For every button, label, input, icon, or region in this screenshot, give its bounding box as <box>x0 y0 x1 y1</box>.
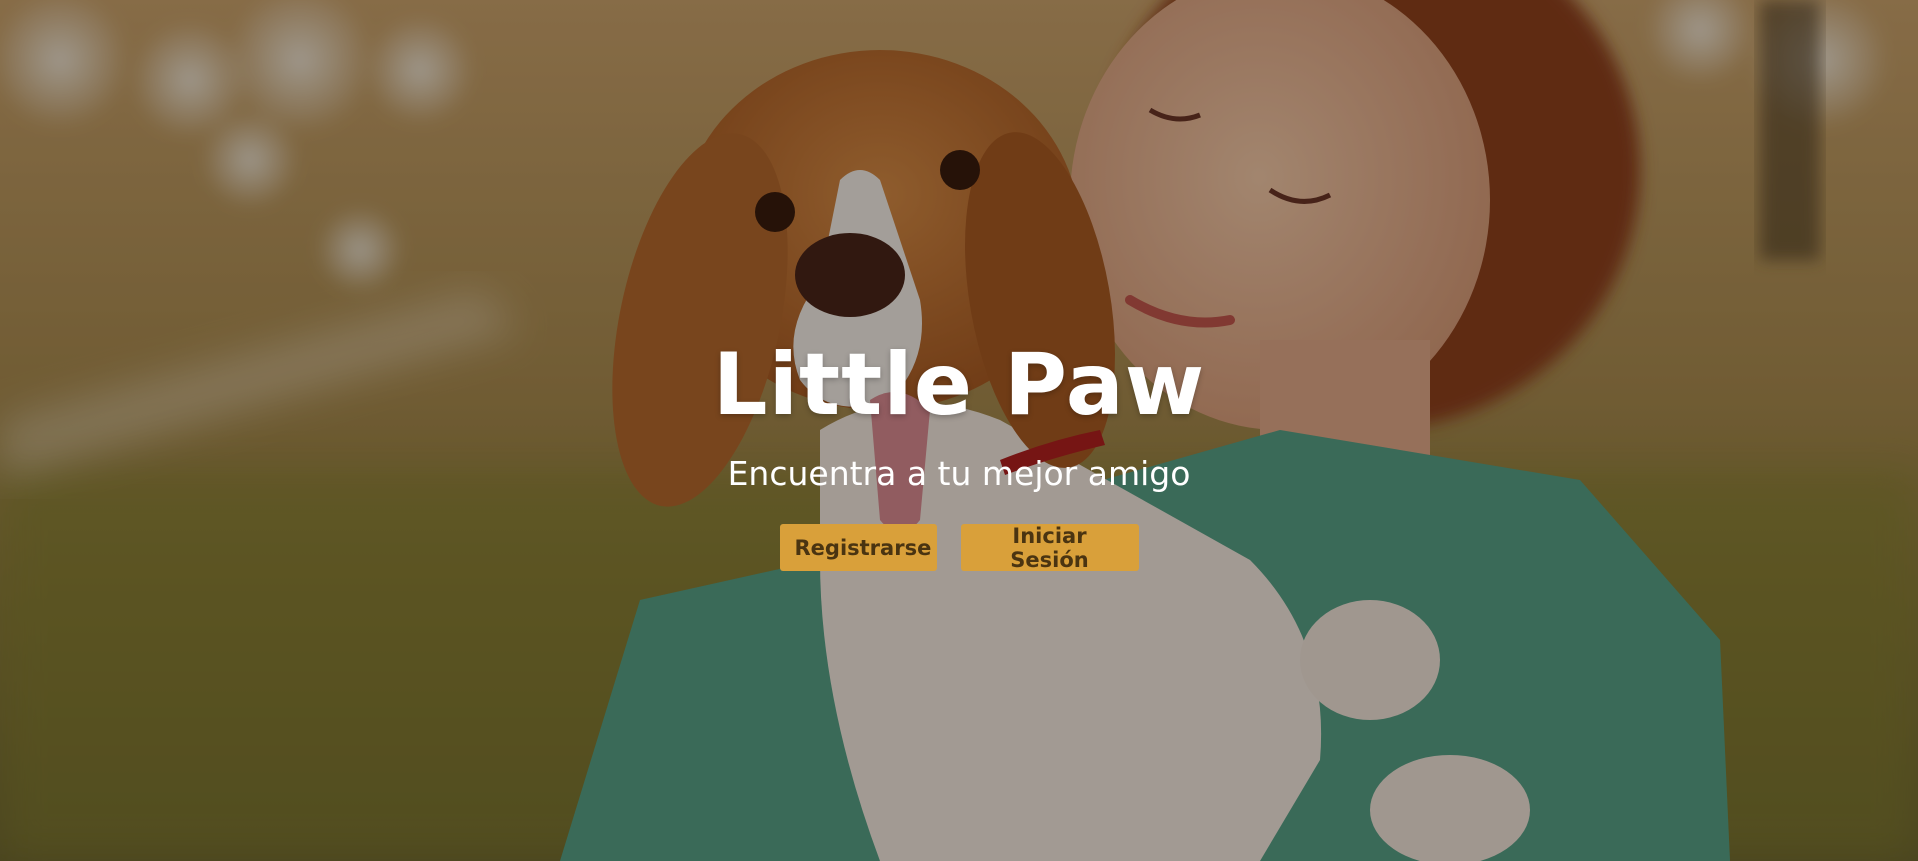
hero-content: Little Paw Encuentra a tu mejor amigo Re… <box>0 330 1918 572</box>
register-button[interactable]: Registrarse <box>779 524 937 571</box>
hero-subtitle: Encuentra a tu mejor amigo <box>727 454 1191 493</box>
hero-section: Little Paw Encuentra a tu mejor amigo Re… <box>0 0 1918 861</box>
hero-button-group: Registrarse Iniciar Sesión <box>0 524 1918 572</box>
page-title: Little Paw <box>712 335 1206 435</box>
login-button[interactable]: Iniciar Sesión <box>960 524 1139 572</box>
